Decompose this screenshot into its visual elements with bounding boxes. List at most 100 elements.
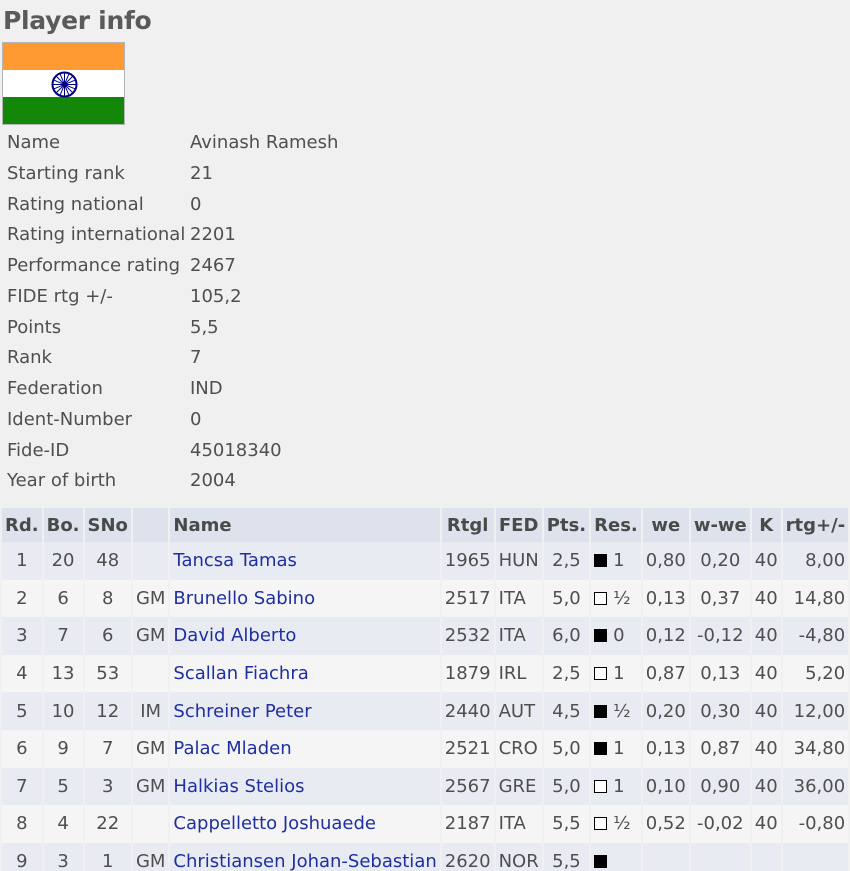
cell-federation: ITA [494,805,544,843]
cell-board: 5 [42,767,85,806]
cell-federation: AUT [494,692,544,730]
result-value: 1 [613,775,625,797]
flag-band-saffron [3,43,124,70]
opponent-link[interactable]: Brunello Sabino [173,588,315,609]
table-row: 2 6 8 GM Brunello Sabino 2517 ITA 5,0 ½ … [2,579,850,618]
cell-name: Scallan Fiachra [169,654,442,693]
col-header-sno[interactable]: SNo [83,508,133,542]
cell-rating-change: 8,00 [781,542,850,580]
cell-rating: 2532 [440,617,496,655]
cell-we: 0,13 [641,579,691,618]
opponent-link[interactable]: Scallan Fiachra [173,663,308,684]
cell-w-we: 0,37 [689,579,752,618]
cell-points: 5,0 [542,767,592,806]
black-pieces-icon [594,704,608,718]
cell-sno: 8 [83,579,133,618]
cell-we: 0,10 [641,767,691,806]
cell-title: GM [131,842,171,871]
col-header-title [131,508,171,542]
cell-w-we: -0,12 [689,617,752,655]
info-value: 2467 [190,255,236,276]
result-value: 1 [613,550,625,572]
white-pieces-icon [594,817,608,831]
cell-we: 0,87 [641,654,691,693]
opponent-link[interactable]: Cappelletto Joshuaede [173,813,376,834]
cell-w-we: -0,02 [689,805,752,843]
cell-round: 6 [2,729,44,768]
table-row: 4 13 53 Scallan Fiachra 1879 IRL 2,5 1 0… [2,654,850,693]
opponent-link[interactable]: Schreiner Peter [173,701,311,722]
result-value: 0 [613,625,625,647]
info-label: Ident-Number [7,409,133,430]
col-header-we[interactable]: we [641,508,691,542]
info-label: Starting rank [7,163,125,184]
cell-title: GM [131,579,171,618]
cell-w-we [689,842,752,871]
cell-title: GM [131,729,171,768]
opponent-link[interactable]: David Alberto [173,625,296,646]
white-pieces-icon [594,667,608,681]
col-header-federation[interactable]: FED [494,508,544,542]
ashoka-chakra-icon [51,71,78,98]
cell-rating: 2521 [440,729,496,768]
cell-points: 5,0 [542,579,592,618]
cell-title [131,542,171,580]
table-row: 1 20 48 Tancsa Tamas 1965 HUN 2,5 1 0,80… [2,542,850,580]
col-header-points[interactable]: Pts. [542,508,592,542]
cell-we: 0,13 [641,729,691,768]
table-row: 6 9 7 GM Palac Mladen 2521 CRO 5,0 1 0,1… [2,729,850,768]
opponent-link[interactable]: Christiansen Johan-Sebastian [173,851,436,871]
cell-k: 40 [750,692,783,730]
cell-w-we: 0,90 [689,767,752,806]
info-value: Avinash Ramesh [190,132,339,153]
page-title: Player info [3,6,152,35]
white-pieces-icon [594,591,608,605]
results-table: Rd. Bo. SNo Name Rtgl FED Pts. Res. we w… [2,508,850,871]
cell-title [131,805,171,843]
table-row: 9 3 1 GM Christiansen Johan-Sebastian 26… [2,842,850,871]
cell-sno: 6 [83,617,133,655]
india-flag-image [2,42,125,125]
cell-round: 9 [2,842,44,871]
cell-name: David Alberto [169,617,442,655]
cell-k: 40 [750,805,783,843]
cell-title: IM [131,692,171,730]
opponent-link[interactable]: Halkias Stelios [173,776,304,797]
info-label: Rating national [7,194,144,215]
cell-result: 1 [590,542,643,580]
cell-result: 1 [590,654,643,693]
table-row: 8 4 22 Cappelletto Joshuaede 2187 ITA 5,… [2,805,850,843]
cell-rating-change: -4,80 [781,617,850,655]
cell-we [641,842,691,871]
cell-federation: NOR [494,842,544,871]
col-header-round[interactable]: Rd. [2,508,44,542]
cell-rating: 2440 [440,692,496,730]
col-header-result[interactable]: Res. [590,508,643,542]
col-header-rating[interactable]: Rtgl [440,508,496,542]
result-value: 1 [613,738,625,760]
cell-points: 5,5 [542,842,592,871]
info-value: 0 [190,194,202,215]
cell-points: 5,5 [542,805,592,843]
cell-k: 40 [750,579,783,618]
opponent-link[interactable]: Tancsa Tamas [173,550,296,571]
cell-k: 40 [750,767,783,806]
col-header-rating-change[interactable]: rtg+/- [781,508,850,542]
info-value: 21 [190,163,213,184]
cell-w-we: 0,30 [689,692,752,730]
cell-points: 2,5 [542,654,592,693]
opponent-link[interactable]: Palac Mladen [173,738,291,759]
col-header-name[interactable]: Name [169,508,442,542]
cell-title: GM [131,767,171,806]
info-label: Rating international [7,224,186,245]
cell-rating-change: 12,00 [781,692,850,730]
info-value: 5,5 [190,317,219,338]
col-header-w-we[interactable]: w-we [689,508,752,542]
cell-rating: 2567 [440,767,496,806]
black-pieces-icon [594,554,608,568]
col-header-board[interactable]: Bo. [42,508,85,542]
info-label: Name [7,132,61,153]
black-pieces-icon [594,742,608,756]
col-header-k[interactable]: K [750,508,783,542]
cell-sno: 3 [83,767,133,806]
